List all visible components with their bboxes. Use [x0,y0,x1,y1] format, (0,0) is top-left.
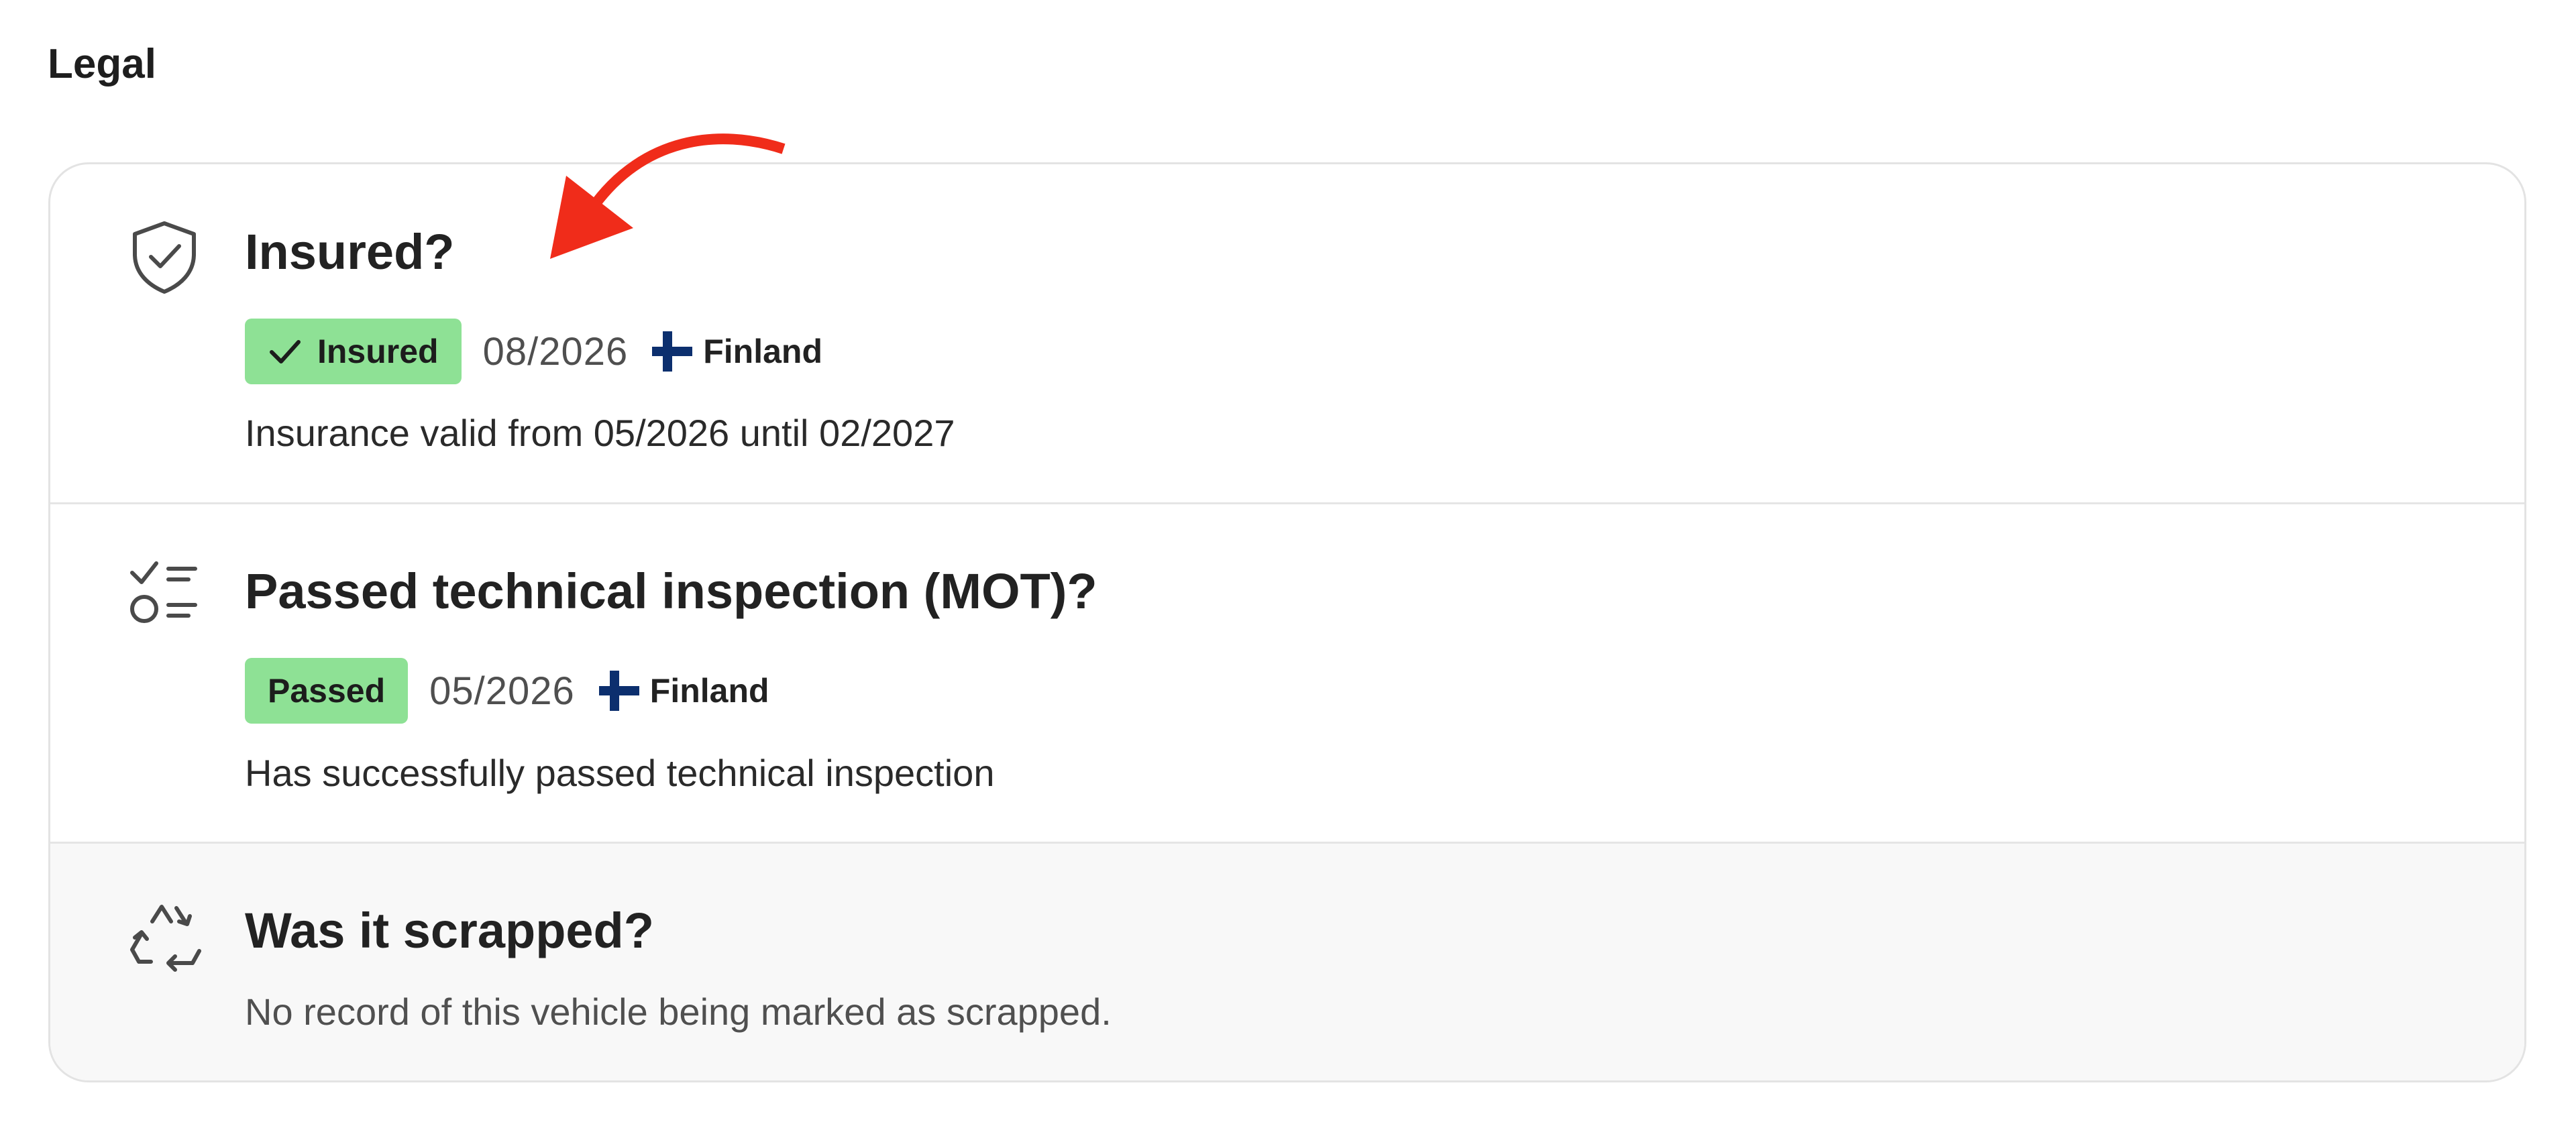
legal-card: Insured? Insured 08/2026 Finland Insuran… [48,162,2526,1082]
inspection-country: Finland [649,672,769,710]
insurance-meta: Insured 08/2026 Finland [245,319,822,384]
passed-badge-label: Passed [268,672,386,710]
section-title: Legal [48,41,156,87]
scrapped-title: Was it scrapped? [245,903,654,958]
inspection-meta: Passed 05/2026 Finland [245,658,769,724]
insurance-country: Finland [703,333,823,370]
finland-flag-icon [652,331,693,372]
recycle-icon [124,899,205,979]
inspection-title: Passed technical inspection (MOT)? [245,563,1097,619]
passed-badge: Passed [245,658,409,724]
scrapped-description: No record of this vehicle being marked a… [245,991,1112,1033]
finland-flag-icon [598,671,639,711]
insured-badge: Insured [245,319,462,384]
insurance-date: 08/2026 [482,329,629,374]
shield-check-icon [124,217,205,297]
scrapped-row: Was it scrapped? No record of this vehic… [50,844,2524,1080]
inspection-description: Has successfully passed technical inspec… [245,752,995,794]
checkmark-icon [270,340,301,363]
checklist-icon [124,553,205,633]
inspection-date: 05/2026 [429,669,575,713]
insurance-title: Insured? [245,224,455,280]
insurance-row: Insured? Insured 08/2026 Finland Insuran… [50,164,2524,504]
insurance-description: Insurance valid from 05/2026 until 02/20… [245,412,955,454]
insured-badge-label: Insured [317,333,439,370]
inspection-row: Passed technical inspection (MOT)? Passe… [50,504,2524,844]
